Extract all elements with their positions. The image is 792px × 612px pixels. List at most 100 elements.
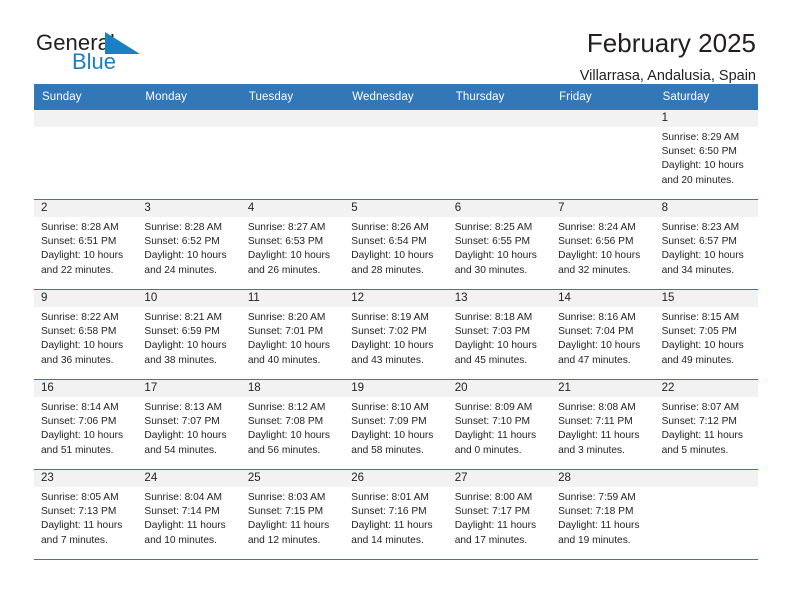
day-sun-info: Sunrise: 8:13 AM Sunset: 7:07 PM Daylight:… xyxy=(137,397,240,458)
day-number-band: 5 xyxy=(344,200,448,217)
sunset-text: Sunset: 7:15 PM xyxy=(247,506,324,518)
day-number: 16 xyxy=(41,382,54,394)
day-number: 11 xyxy=(247,292,260,304)
sunset-text: Sunset: 6:56 PM xyxy=(558,236,634,248)
calendar-day-cell[interactable]: 19 Sunrise: 8:10 AM Sunset: 7:09 PM Dayligh… xyxy=(344,380,448,469)
day-number-band: 7 xyxy=(551,200,655,217)
sunset-text: Sunset: 7:18 PM xyxy=(558,506,634,518)
calendar-day-cell[interactable]: 11 Sunrise: 8:20 AM Sunset: 7:01 PM Dayligh… xyxy=(240,290,345,379)
title-block: February 2025 Villarrasa, Andalusia, Spa… xyxy=(580,28,756,86)
calendar-day-cell[interactable]: 22 Sunrise: 8:07 AM Sunset: 7:12 PM Dayligh… xyxy=(654,380,758,469)
calendar-day-cell[interactable]: 13 Sunrise: 8:18 AM Sunset: 7:03 PM Dayligh… xyxy=(447,290,552,379)
sunset-text: Sunset: 6:51 PM xyxy=(41,236,117,248)
day-number: 3 xyxy=(144,202,151,214)
day-number-band: 23 xyxy=(34,470,138,487)
daylight-text: Daylight: 10 hours and 49 minutes. xyxy=(661,340,744,366)
sunset-text: Sunset: 7:09 PM xyxy=(351,416,427,428)
day-number: 28 xyxy=(558,472,571,484)
calendar-day-cell[interactable]: 6 Sunrise: 8:25 AM Sunset: 6:55 PM Daylight… xyxy=(447,200,552,289)
day-number: 22 xyxy=(661,382,675,394)
calendar-day-cell[interactable]: 27 Sunrise: 8:00 AM Sunset: 7:17 PM Dayligh… xyxy=(447,470,552,559)
weekday-header-saturday: Saturday xyxy=(662,91,710,103)
day-number-band: 1 xyxy=(654,110,758,127)
sunset-text: Sunset: 6:52 PM xyxy=(144,236,220,248)
sunset-text: Sunset: 7:06 PM xyxy=(41,416,117,428)
calendar-day-cell[interactable]: 18 Sunrise: 8:12 AM Sunset: 7:08 PM Dayligh… xyxy=(240,380,345,469)
day-number-band: 24 xyxy=(137,470,241,487)
sunset-text: Sunset: 6:50 PM xyxy=(661,146,737,158)
general-blue-logo[interactable]: General Blue xyxy=(36,28,156,76)
daylight-text: Daylight: 11 hours and 12 minutes. xyxy=(247,520,330,546)
calendar-day-cell[interactable]: 2 Sunrise: 8:28 AM Sunset: 6:51 PM Daylight… xyxy=(34,200,138,289)
day-number: 20 xyxy=(454,382,468,394)
calendar-day-cell[interactable]: 9 Sunrise: 8:22 AM Sunset: 6:58 PM Daylight… xyxy=(34,290,138,379)
logo-text-blue: Blue xyxy=(72,49,117,74)
calendar-day-cell-empty xyxy=(34,110,138,199)
day-number: 21 xyxy=(558,382,571,394)
day-number: 13 xyxy=(454,292,468,304)
day-number: 4 xyxy=(247,202,255,214)
sunset-text: Sunset: 6:57 PM xyxy=(661,236,737,248)
sunrise-text: Sunrise: 8:13 AM xyxy=(144,402,223,413)
daylight-text: Daylight: 10 hours and 24 minutes. xyxy=(144,250,227,276)
day-number-band xyxy=(240,110,345,127)
day-number: 14 xyxy=(558,292,571,304)
sunrise-text: Sunrise: 8:25 AM xyxy=(454,222,533,233)
day-number: 10 xyxy=(144,292,158,304)
calendar-day-cell-empty xyxy=(344,110,448,199)
sunset-text: Sunset: 7:16 PM xyxy=(351,506,427,518)
sunrise-text: Sunrise: 8:28 AM xyxy=(144,222,223,233)
calendar-page: General Blue February 2025 Villarrasa, A… xyxy=(0,0,792,612)
day-sun-info: Sunrise: 8:10 AM Sunset: 7:09 PM Daylight:… xyxy=(344,397,447,458)
calendar-day-cell[interactable]: 28 Sunrise: 7:59 AM Sunset: 7:18 PM Dayligh… xyxy=(551,470,655,559)
sunset-text: Sunset: 7:12 PM xyxy=(661,416,737,428)
weekday-header-friday: Friday xyxy=(559,91,592,103)
calendar-day-cell[interactable]: 25 Sunrise: 8:03 AM Sunset: 7:15 PM Dayligh… xyxy=(240,470,345,559)
calendar-day-cell-empty xyxy=(240,110,345,199)
sunrise-text: Sunrise: 8:03 AM xyxy=(247,492,326,503)
day-number-band xyxy=(654,470,758,487)
day-number: 25 xyxy=(247,472,261,484)
sunrise-text: Sunrise: 8:08 AM xyxy=(558,402,636,413)
day-number-band: 16 xyxy=(34,380,138,397)
sunrise-text: Sunrise: 8:26 AM xyxy=(351,222,429,233)
calendar-day-cell[interactable]: 23 Sunrise: 8:05 AM Sunset: 7:13 PM Dayligh… xyxy=(34,470,138,559)
day-number-band: 18 xyxy=(240,380,345,397)
sunset-text: Sunset: 7:05 PM xyxy=(661,326,737,338)
calendar-day-cell[interactable]: 3 Sunrise: 8:28 AM Sunset: 6:52 PM Daylight… xyxy=(137,200,241,289)
calendar-day-cell[interactable]: 14 Sunrise: 8:16 AM Sunset: 7:04 PM Dayligh… xyxy=(551,290,655,379)
page-header: General Blue February 2025 Villarrasa, A… xyxy=(0,0,792,84)
calendar-day-cell[interactable]: 17 Sunrise: 8:13 AM Sunset: 7:07 PM Dayligh… xyxy=(137,380,241,469)
day-number-band: 19 xyxy=(344,380,448,397)
day-sun-info: Sunrise: 8:08 AM Sunset: 7:11 PM Daylight:… xyxy=(551,397,654,458)
day-number: 26 xyxy=(351,472,365,484)
day-sun-info: Sunrise: 8:16 AM Sunset: 7:04 PM Daylight:… xyxy=(551,307,654,368)
sunset-text: Sunset: 6:55 PM xyxy=(454,236,531,248)
day-number-band: 10 xyxy=(137,290,241,307)
day-sun-info: Sunrise: 8:01 AM Sunset: 7:16 PM Daylight:… xyxy=(344,487,447,548)
page-title: February 2025 xyxy=(586,28,756,58)
calendar-day-cell[interactable]: 15 Sunrise: 8:15 AM Sunset: 7:05 PM Dayligh… xyxy=(654,290,758,379)
calendar-day-cell[interactable]: 8 Sunrise: 8:23 AM Sunset: 6:57 PM Daylight… xyxy=(654,200,758,289)
daylight-text: Daylight: 10 hours and 20 minutes. xyxy=(661,160,744,186)
calendar-day-cell[interactable]: 21 Sunrise: 8:08 AM Sunset: 7:11 PM Dayligh… xyxy=(551,380,655,469)
sunrise-text: Sunrise: 8:18 AM xyxy=(454,312,533,323)
daylight-text: Daylight: 10 hours and 43 minutes. xyxy=(351,340,434,366)
sunrise-text: Sunrise: 7:59 AM xyxy=(558,492,636,503)
calendar-day-cell[interactable]: 5 Sunrise: 8:26 AM Sunset: 6:54 PM Daylight… xyxy=(344,200,448,289)
calendar-day-cell[interactable]: 4 Sunrise: 8:27 AM Sunset: 6:53 PM Daylight… xyxy=(240,200,345,289)
sunset-text: Sunset: 7:13 PM xyxy=(41,506,117,518)
calendar-day-cell[interactable]: 12 Sunrise: 8:19 AM Sunset: 7:02 PM Dayligh… xyxy=(344,290,448,379)
sunrise-text: Sunrise: 8:14 AM xyxy=(41,402,119,413)
calendar-day-cell[interactable]: 10 Sunrise: 8:21 AM Sunset: 6:59 PM Dayligh… xyxy=(137,290,241,379)
daylight-text: Daylight: 11 hours and 0 minutes. xyxy=(454,430,537,456)
calendar-day-cell[interactable]: 1 Sunrise: 8:29 AM Sunset: 6:50 PM Daylight… xyxy=(654,110,758,199)
calendar-day-cell[interactable]: 24 Sunrise: 8:04 AM Sunset: 7:14 PM Dayligh… xyxy=(137,470,241,559)
calendar-day-cell[interactable]: 7 Sunrise: 8:24 AM Sunset: 6:56 PM Daylight… xyxy=(551,200,655,289)
day-number-band: 11 xyxy=(240,290,345,307)
calendar-day-cell[interactable]: 26 Sunrise: 8:01 AM Sunset: 7:16 PM Dayligh… xyxy=(344,470,448,559)
daylight-text: Daylight: 10 hours and 54 minutes. xyxy=(144,430,227,456)
sunrise-text: Sunrise: 8:21 AM xyxy=(144,312,223,323)
calendar-day-cell[interactable]: 16 Sunrise: 8:14 AM Sunset: 7:06 PM Dayligh… xyxy=(34,380,138,469)
calendar-day-cell[interactable]: 20 Sunrise: 8:09 AM Sunset: 7:10 PM Dayligh… xyxy=(447,380,552,469)
